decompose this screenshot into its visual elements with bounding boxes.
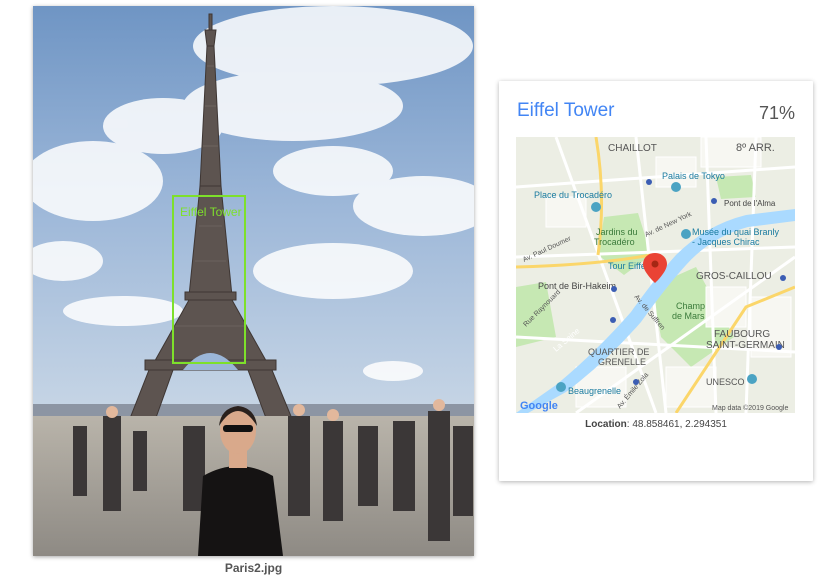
map-label-jardins-1: Jardins du (596, 227, 638, 237)
paris-photo (33, 6, 474, 556)
photo-preview: Eiffel Tower (33, 6, 474, 556)
confidence-score: 71% (758, 103, 795, 123)
map-label-musee-2: - Jacques Chirac (692, 237, 760, 247)
map-label-gros-caillou: GROS-CAILLOU (696, 271, 772, 282)
location-line: Location: 48.858461, 2.294351 (499, 419, 813, 430)
map-label-jardins-2: Trocadéro (594, 237, 635, 247)
google-logo: Google (520, 400, 558, 412)
detection-label: Eiffel Tower (180, 205, 242, 219)
map-label-trocadero: Place du Trocadéro (534, 190, 612, 200)
landmark-title[interactable]: Eiffel Tower (517, 100, 615, 122)
result-card: Eiffel Tower 71% CHAILLOT 8º ARR. Palais… (499, 81, 813, 481)
location-coordinates: : 48.858461, 2.294351 (626, 419, 727, 430)
map-label-beaugrenelle: Beaugrenelle (568, 386, 621, 396)
detection-box: Eiffel Tower (172, 195, 246, 364)
map-label-pont-alma: Pont de l'Alma (724, 199, 776, 208)
image-filename: Paris2.jpg (224, 561, 283, 575)
location-map[interactable]: CHAILLOT 8º ARR. Palais de Tokyo Place d… (516, 137, 795, 413)
map-label-musee-1: Musée du quai Branly (692, 227, 780, 237)
location-label: Location (585, 419, 627, 430)
map-attribution: Map data ©2019 Google (712, 404, 788, 412)
map-label-champ-1: Champ (676, 301, 705, 311)
map-canvas: CHAILLOT 8º ARR. Palais de Tokyo Place d… (516, 137, 795, 413)
map-label-pont-bir: Pont de Bir-Hakeim (538, 281, 616, 291)
map-label-faubourg-2: SAINT-GERMAIN (706, 340, 785, 351)
map-label-quartier-1: QUARTIER DE (588, 347, 649, 357)
map-label-quartier-2: GRENELLE (598, 357, 646, 367)
map-label-tour-eiffel: Tour Eiffel (608, 261, 648, 271)
map-label-chaillot: CHAILLOT (608, 143, 657, 154)
map-label-champ-2: de Mars (672, 311, 705, 321)
map-label-unesco: UNESCO (706, 377, 745, 387)
map-label-palais-tokyo: Palais de Tokyo (662, 171, 725, 181)
map-label-faubourg-1: FAUBOURG (714, 329, 770, 340)
map-label-arr8: 8º ARR. (736, 142, 775, 154)
